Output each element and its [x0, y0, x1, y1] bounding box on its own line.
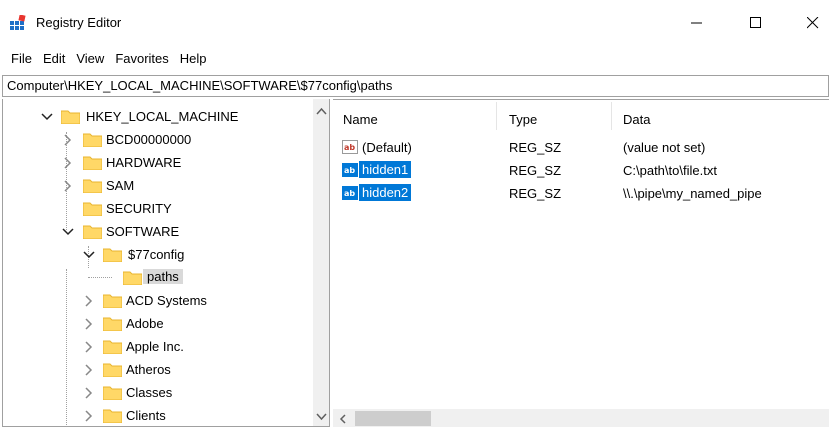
- string-value-icon: ab: [342, 163, 358, 177]
- tree-item-label: Classes: [126, 385, 173, 400]
- chevron-right-icon[interactable]: [83, 387, 95, 399]
- scroll-thumb[interactable]: [355, 411, 431, 426]
- svg-text:ab: ab: [344, 143, 355, 152]
- chevron-right-icon[interactable]: [83, 410, 95, 422]
- menu-edit[interactable]: Edit: [40, 51, 73, 66]
- column-separator[interactable]: [496, 102, 497, 130]
- value-data: \\.\pipe\my_named_pipe: [623, 186, 762, 201]
- window-title: Registry Editor: [36, 15, 122, 30]
- chevron-right-icon[interactable]: [83, 318, 95, 330]
- maximize-button[interactable]: [733, 8, 779, 38]
- tree-item-label: ACD Systems: [126, 293, 207, 308]
- folder-icon: [103, 386, 122, 400]
- tree-item-label: BCD00000000: [106, 132, 192, 147]
- folder-icon: [83, 179, 102, 193]
- chevron-right-icon[interactable]: [83, 364, 95, 376]
- folder-icon: [103, 340, 122, 354]
- value-row[interactable]: ab hidden1 REG_SZ C:\path\to\file.txt: [333, 160, 829, 182]
- tree-item-label: SECURITY: [106, 201, 172, 216]
- column-name[interactable]: Name: [343, 112, 378, 127]
- folder-icon: [103, 294, 122, 308]
- value-name: hidden1: [359, 161, 412, 178]
- folder-icon: [123, 271, 142, 285]
- menu-help[interactable]: Help: [177, 51, 215, 66]
- values-list[interactable]: Name Type Data ab (Default) REG_SZ (valu…: [333, 99, 829, 427]
- folder-icon: [83, 133, 102, 147]
- scroll-up-icon[interactable]: [316, 107, 327, 115]
- folder-icon: [103, 248, 122, 262]
- value-name: hidden2: [359, 184, 412, 201]
- value-row[interactable]: ab (Default) REG_SZ (value not set): [333, 137, 829, 159]
- minimize-icon: [691, 22, 702, 24]
- tree-connector: [66, 269, 67, 426]
- close-button[interactable]: [790, 8, 829, 38]
- tree-item-label: SOFTWARE: [106, 224, 180, 239]
- chevron-right-icon[interactable]: [83, 341, 95, 353]
- folder-icon: [103, 363, 122, 377]
- chevron-down-icon[interactable]: [83, 249, 95, 261]
- value-row[interactable]: ab hidden2 REG_SZ \\.\pipe\my_named_pipe: [333, 183, 829, 205]
- value-name: (Default): [362, 140, 412, 155]
- tree-item-label: SAM: [106, 178, 135, 193]
- svg-text:ab: ab: [344, 189, 355, 198]
- chevron-right-icon[interactable]: [62, 134, 74, 146]
- tree-item-label: Apple Inc.: [126, 339, 184, 354]
- value-type: REG_SZ: [509, 163, 562, 178]
- scroll-left-icon[interactable]: [339, 414, 347, 424]
- string-value-icon: ab: [342, 186, 358, 200]
- column-data[interactable]: Data: [623, 112, 650, 127]
- chevron-right-icon[interactable]: [83, 295, 95, 307]
- key-tree[interactable]: HKEY_LOCAL_MACHINE BCD00000000 HARDWARE …: [2, 99, 330, 427]
- tree-item-label: paths: [143, 269, 183, 284]
- folder-icon: [103, 409, 122, 423]
- list-horizontal-scrollbar[interactable]: [333, 409, 829, 427]
- tree-item-label: HKEY_LOCAL_MACHINE: [86, 109, 239, 124]
- value-type: REG_SZ: [509, 186, 562, 201]
- menu-bar: File Edit View Favorites Help: [0, 46, 829, 70]
- close-icon: [807, 17, 819, 29]
- folder-icon: [83, 225, 102, 239]
- folder-icon: [83, 156, 102, 170]
- column-type[interactable]: Type: [509, 112, 537, 127]
- column-separator[interactable]: [611, 102, 612, 130]
- chevron-down-icon[interactable]: [41, 111, 53, 123]
- chevron-down-icon[interactable]: [62, 226, 74, 238]
- tree-vertical-scrollbar[interactable]: [313, 99, 329, 426]
- tree-item-label: HARDWARE: [106, 155, 182, 170]
- menu-file[interactable]: File: [8, 51, 40, 66]
- maximize-icon: [750, 17, 761, 28]
- value-data: (value not set): [623, 140, 706, 155]
- chevron-right-icon[interactable]: [62, 180, 74, 192]
- value-data: C:\path\to\file.txt: [623, 163, 717, 178]
- string-value-icon: ab: [342, 140, 358, 154]
- menu-view[interactable]: View: [73, 51, 112, 66]
- menu-favorites[interactable]: Favorites: [112, 51, 176, 66]
- svg-text:ab: ab: [344, 166, 355, 175]
- address-bar[interactable]: Computer\HKEY_LOCAL_MACHINE\SOFTWARE\$77…: [2, 75, 829, 97]
- tree-item-label: $77config: [128, 247, 185, 262]
- tree-item-label: Clients: [126, 408, 166, 423]
- minimize-button[interactable]: [674, 8, 720, 38]
- scroll-down-icon[interactable]: [316, 413, 327, 421]
- tree-item-label: Adobe: [126, 316, 164, 331]
- tree-item-label: Atheros: [126, 362, 171, 377]
- folder-icon: [83, 202, 102, 216]
- folder-icon: [61, 110, 80, 124]
- value-type: REG_SZ: [509, 140, 562, 155]
- tree-connector: [88, 277, 112, 278]
- folder-icon: [103, 317, 122, 331]
- chevron-right-icon[interactable]: [62, 157, 74, 169]
- registry-app-icon: [10, 15, 26, 30]
- title-bar: Registry Editor: [0, 0, 829, 46]
